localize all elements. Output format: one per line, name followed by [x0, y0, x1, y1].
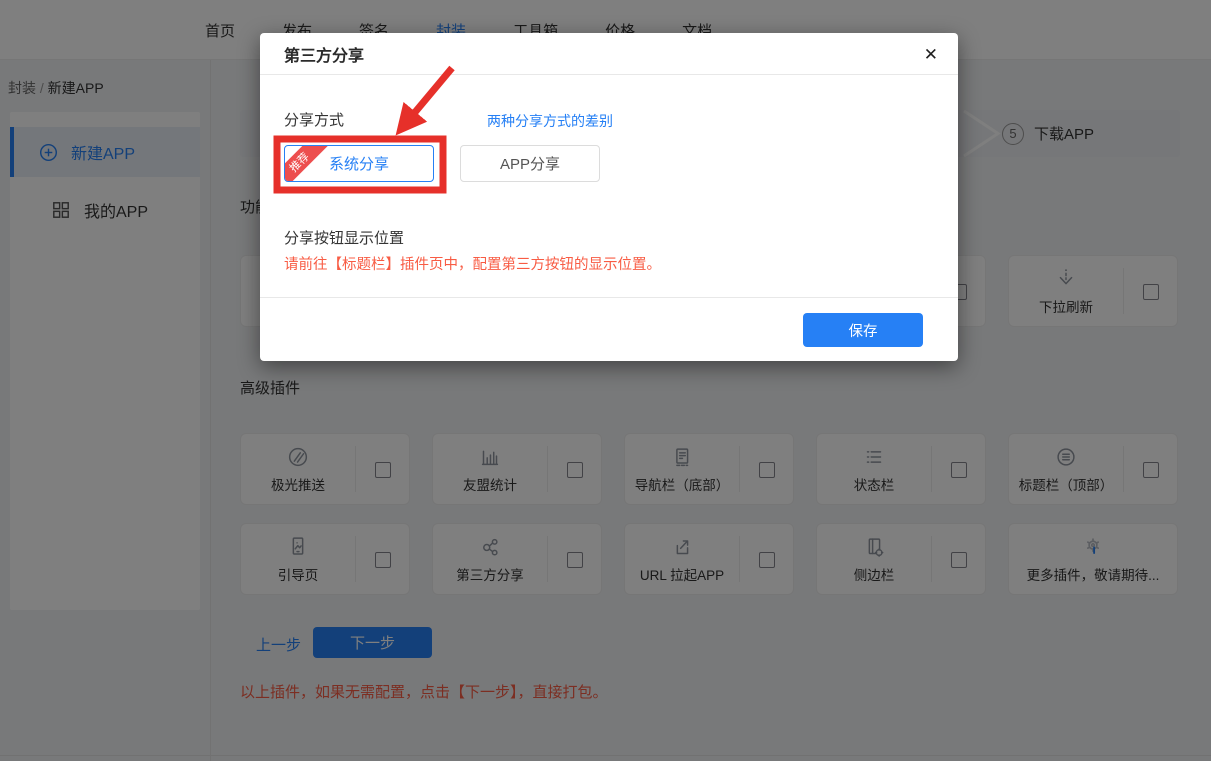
- close-icon[interactable]: ✕: [924, 43, 938, 67]
- modal-header: 第三方分享: [260, 33, 958, 75]
- share-button-position-label: 分享按钮显示位置: [284, 227, 404, 248]
- share-options: 推荐 系统分享 APP分享: [284, 145, 600, 182]
- system-share-option[interactable]: 推荐 系统分享: [284, 145, 434, 182]
- share-mode-diff-link[interactable]: 两种分享方式的差别: [487, 111, 613, 131]
- share-mode-label: 分享方式: [284, 109, 344, 130]
- app-share-option[interactable]: APP分享: [460, 145, 600, 182]
- modal-title: 第三方分享: [284, 42, 364, 66]
- recommended-ribbon-badge: 推荐: [284, 145, 328, 182]
- page: 首页发布签名封装工具箱价格文档 封装 / 新建APP 新建APP我的APP 5 …: [0, 0, 1211, 761]
- third-party-share-modal: 第三方分享 ✕ 分享方式 两种分享方式的差别 推荐 系统分享 APP分享 分享按…: [260, 33, 958, 361]
- share-button-position-note: 请前往【标题栏】插件页中，配置第三方按钮的显示位置。: [284, 253, 661, 274]
- save-button[interactable]: 保存: [803, 313, 923, 347]
- modal-footer-divider: [260, 297, 958, 298]
- system-share-label: 系统分享: [329, 153, 389, 174]
- app-share-label: APP分享: [500, 153, 560, 174]
